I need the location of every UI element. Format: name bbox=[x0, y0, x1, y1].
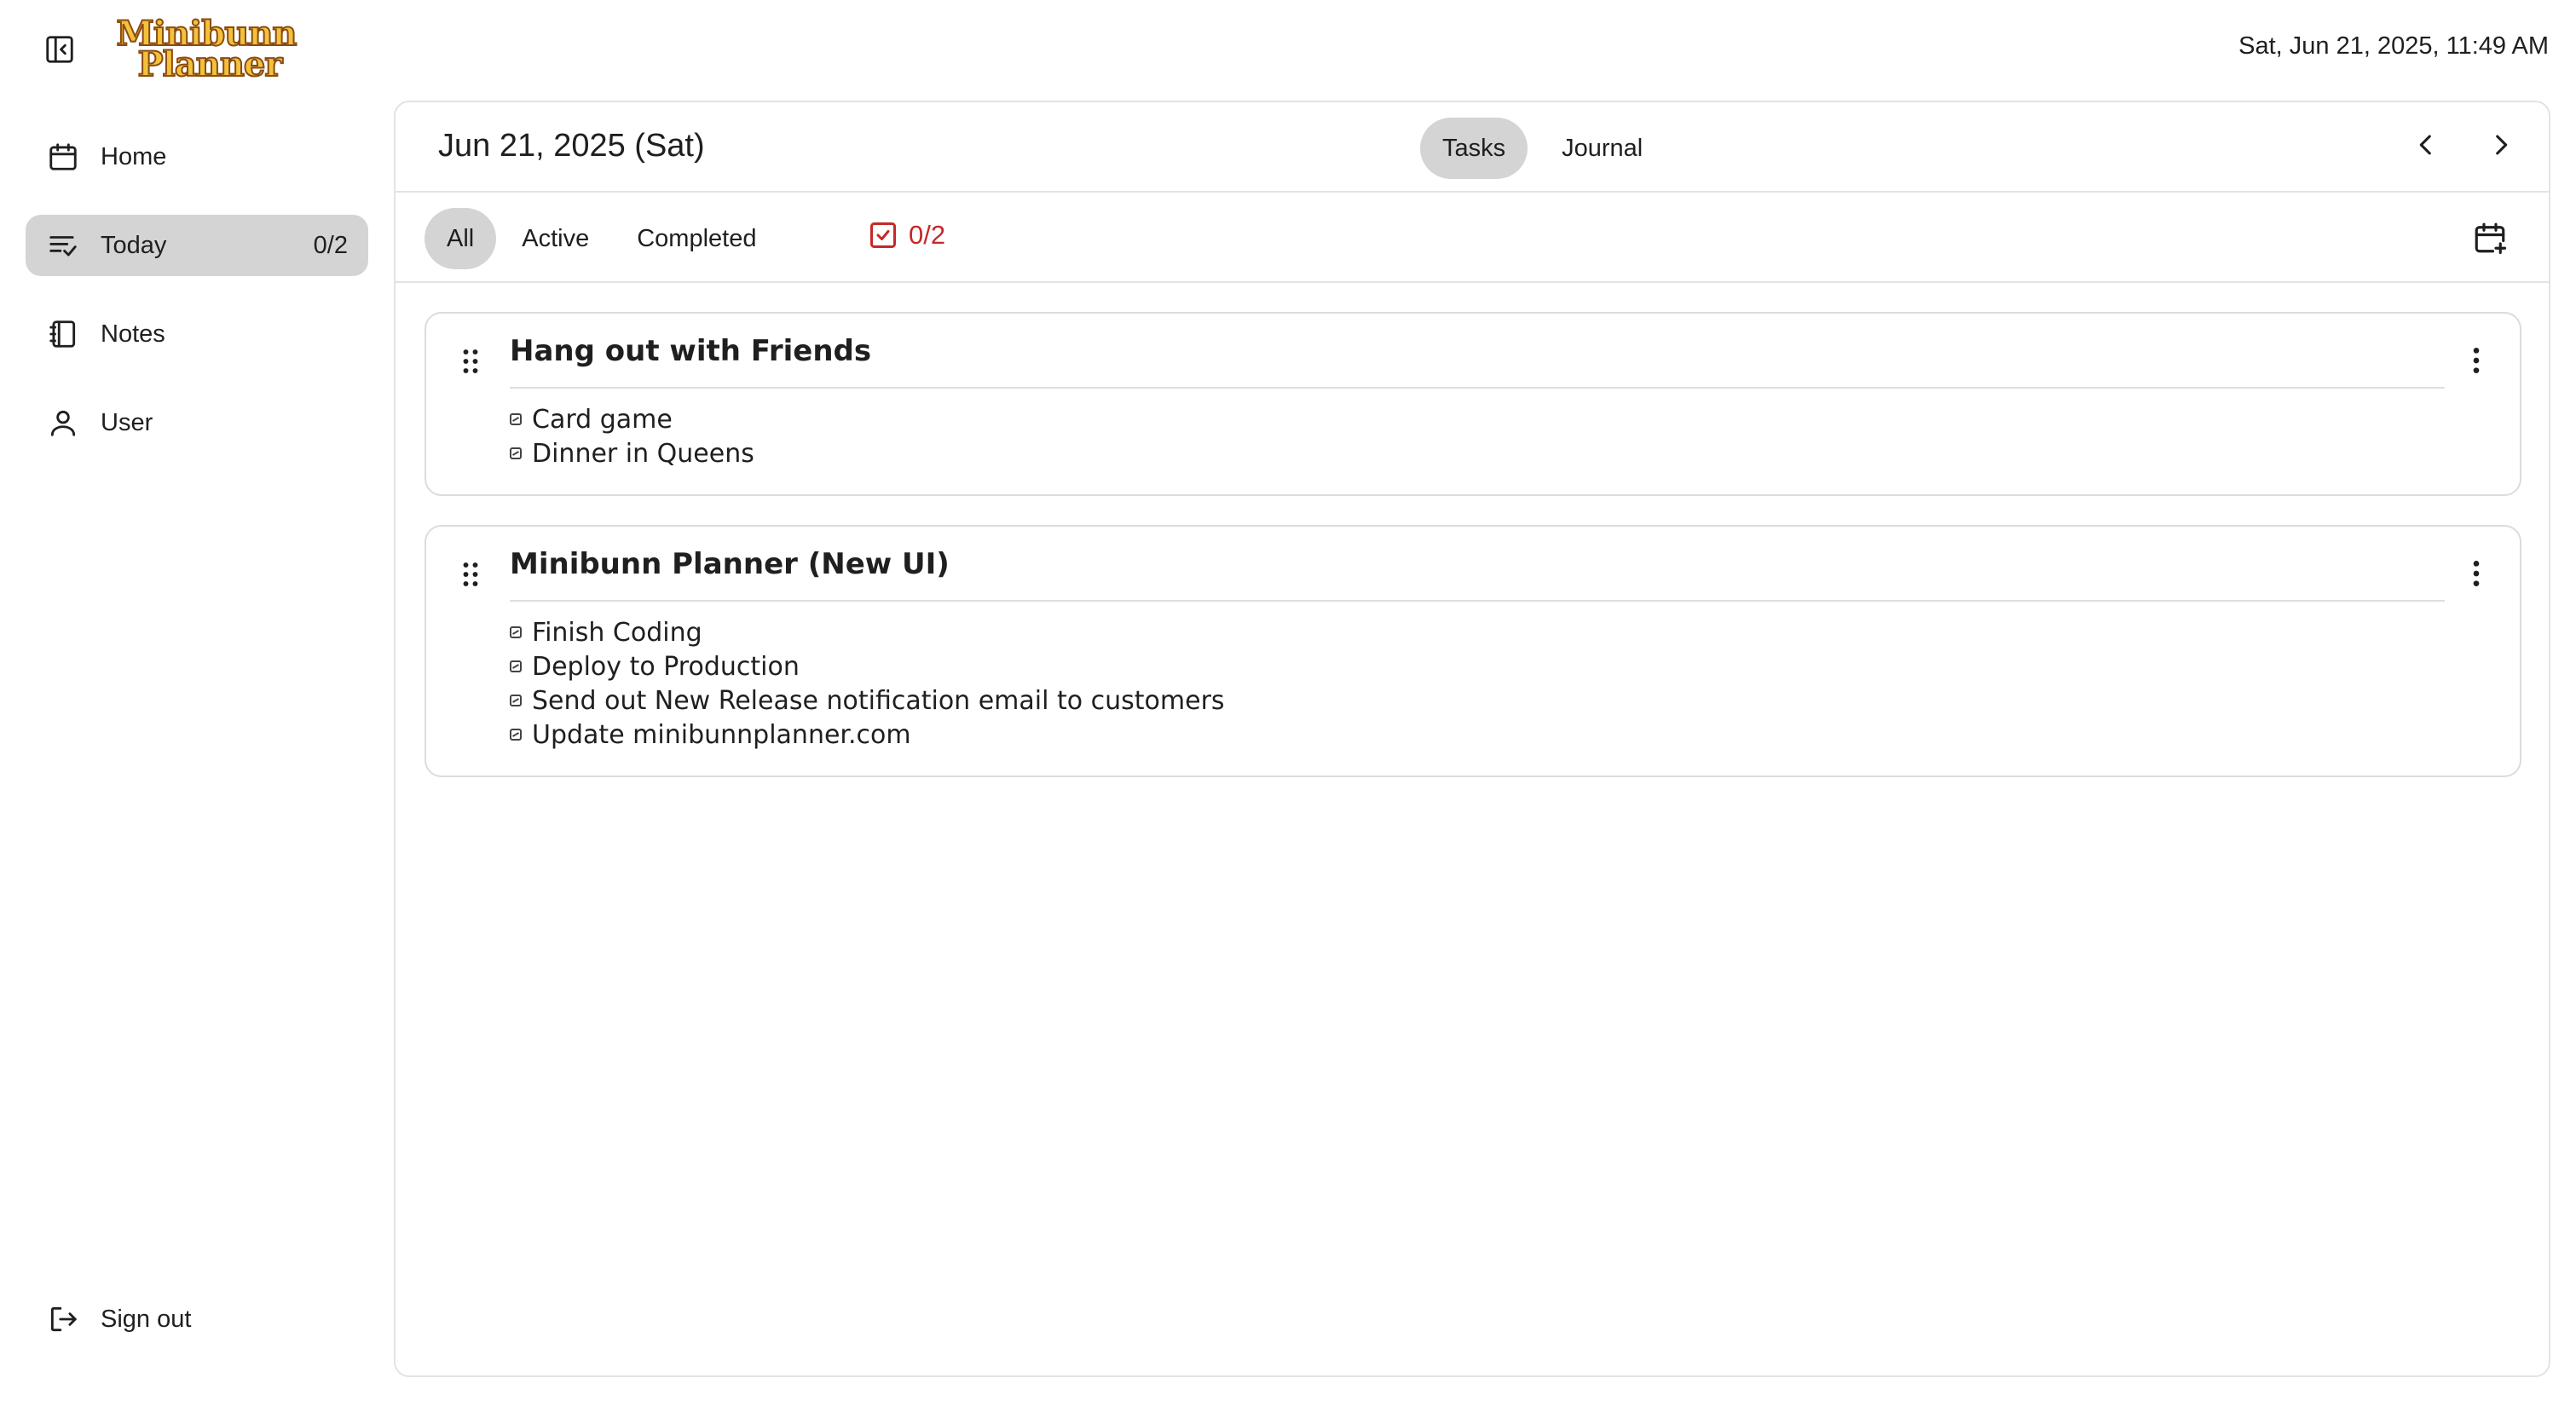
subtask-checkbox[interactable] bbox=[510, 660, 522, 672]
subtask-checkbox[interactable] bbox=[510, 413, 522, 425]
subtask-checkbox[interactable] bbox=[510, 695, 522, 706]
drag-handle[interactable] bbox=[453, 343, 488, 380]
subtask-item[interactable]: Deploy to Production bbox=[510, 649, 2520, 683]
subtask-label: Finish Coding bbox=[532, 617, 702, 648]
subtask-checkbox[interactable] bbox=[510, 447, 522, 459]
view-tabs: Tasks Journal bbox=[1420, 118, 1665, 179]
sidebar-item-home[interactable]: Home bbox=[26, 126, 368, 187]
checkbox-icon bbox=[866, 218, 900, 252]
filter-active[interactable]: Active bbox=[500, 208, 611, 269]
subtask-item[interactable]: Card game bbox=[510, 402, 2520, 436]
sidebar-item-label: User bbox=[101, 408, 153, 436]
sidebar-item-notes[interactable]: Notes bbox=[26, 303, 368, 365]
task-list: Hang out with Friends Card game Dinner i… bbox=[425, 312, 2521, 806]
subtask-checkbox[interactable] bbox=[510, 729, 522, 741]
subtask-label: Card game bbox=[532, 404, 673, 435]
task-card[interactable]: Hang out with Friends Card game Dinner i… bbox=[425, 312, 2521, 496]
subtask-item[interactable]: Finish Coding bbox=[510, 615, 2520, 649]
sign-out-button[interactable]: Sign out bbox=[44, 1289, 191, 1350]
sign-out-icon bbox=[44, 1300, 82, 1338]
task-title[interactable]: Hang out with Friends bbox=[510, 334, 2445, 389]
more-vertical-icon bbox=[2473, 561, 2480, 586]
filter-completed[interactable]: Completed bbox=[615, 208, 778, 269]
subtask-item[interactable]: Send out New Release notification email … bbox=[510, 683, 2520, 718]
subtask-label: Send out New Release notification email … bbox=[532, 685, 1225, 716]
sidebar-item-label: Home bbox=[101, 142, 167, 170]
completion-count: 0/2 bbox=[909, 220, 946, 250]
subtask-item[interactable]: Dinner in Queens bbox=[510, 436, 2520, 470]
completion-badge: 0/2 bbox=[866, 218, 945, 252]
task-menu-button[interactable] bbox=[2455, 552, 2498, 595]
subtask-list: Card game Dinner in Queens bbox=[510, 402, 2520, 470]
calendar-icon bbox=[44, 138, 82, 176]
task-filters: All Active Completed bbox=[425, 208, 778, 269]
sidebar-collapse-icon bbox=[46, 36, 73, 63]
notebook-icon bbox=[44, 315, 82, 353]
subtask-label: Deploy to Production bbox=[532, 651, 800, 682]
chevron-left-icon bbox=[2419, 135, 2431, 155]
subtask-label: Update minibunnplanner.com bbox=[532, 719, 911, 750]
page-title: Jun 21, 2025 (Sat) bbox=[438, 128, 705, 164]
subtask-checkbox[interactable] bbox=[510, 626, 522, 638]
filter-all[interactable]: All bbox=[425, 208, 497, 269]
tab-journal[interactable]: Journal bbox=[1539, 118, 1665, 179]
sidebar-toggle-button[interactable] bbox=[39, 31, 80, 68]
task-title[interactable]: Minibunn Planner (New UI) bbox=[510, 547, 2445, 602]
sidebar-item-user[interactable]: User bbox=[26, 392, 368, 453]
calendar-plus-icon bbox=[2475, 222, 2507, 255]
sidebar-nav: Home Today 0/2 Notes User bbox=[26, 126, 368, 481]
panel-header: Jun 21, 2025 (Sat) Tasks Journal bbox=[396, 102, 2549, 193]
drag-handle[interactable] bbox=[453, 556, 488, 593]
drag-handle-icon bbox=[463, 349, 478, 373]
subtask-label: Dinner in Queens bbox=[532, 438, 754, 469]
date-navigation bbox=[2404, 123, 2523, 167]
main-panel: Jun 21, 2025 (Sat) Tasks Journal All Act… bbox=[394, 101, 2550, 1377]
more-vertical-icon bbox=[2473, 348, 2480, 373]
sign-out-label: Sign out bbox=[101, 1305, 192, 1333]
filter-bar: All Active Completed 0/2 bbox=[396, 193, 2549, 283]
logo-line2: Planner bbox=[137, 44, 284, 84]
subtask-item[interactable]: Update minibunnplanner.com bbox=[510, 718, 2520, 752]
drag-handle-icon bbox=[463, 562, 478, 586]
chevron-right-icon bbox=[2496, 135, 2508, 155]
user-icon bbox=[44, 404, 82, 441]
today-task-count: 0/2 bbox=[313, 231, 348, 259]
calendar-add-button[interactable] bbox=[2467, 215, 2513, 261]
tab-tasks[interactable]: Tasks bbox=[1420, 118, 1528, 179]
task-card[interactable]: Minibunn Planner (New UI) Finish Coding … bbox=[425, 525, 2521, 777]
sidebar-item-label: Today bbox=[101, 231, 167, 259]
sidebar-item-label: Notes bbox=[101, 320, 165, 348]
list-check-icon bbox=[44, 227, 82, 264]
app-logo[interactable]: Minibunn Planner bbox=[116, 15, 298, 84]
sidebar-item-today[interactable]: Today 0/2 bbox=[26, 215, 368, 276]
next-day-button[interactable] bbox=[2479, 123, 2523, 167]
app-root: Minibunn Planner Sat, Jun 21, 2025, 11:4… bbox=[0, 0, 2576, 1401]
task-menu-button[interactable] bbox=[2455, 339, 2498, 382]
current-datetime: Sat, Jun 21, 2025, 11:49 AM bbox=[2238, 32, 2549, 60]
subtask-list: Finish Coding Deploy to Production Send … bbox=[510, 615, 2520, 752]
previous-day-button[interactable] bbox=[2404, 123, 2448, 167]
